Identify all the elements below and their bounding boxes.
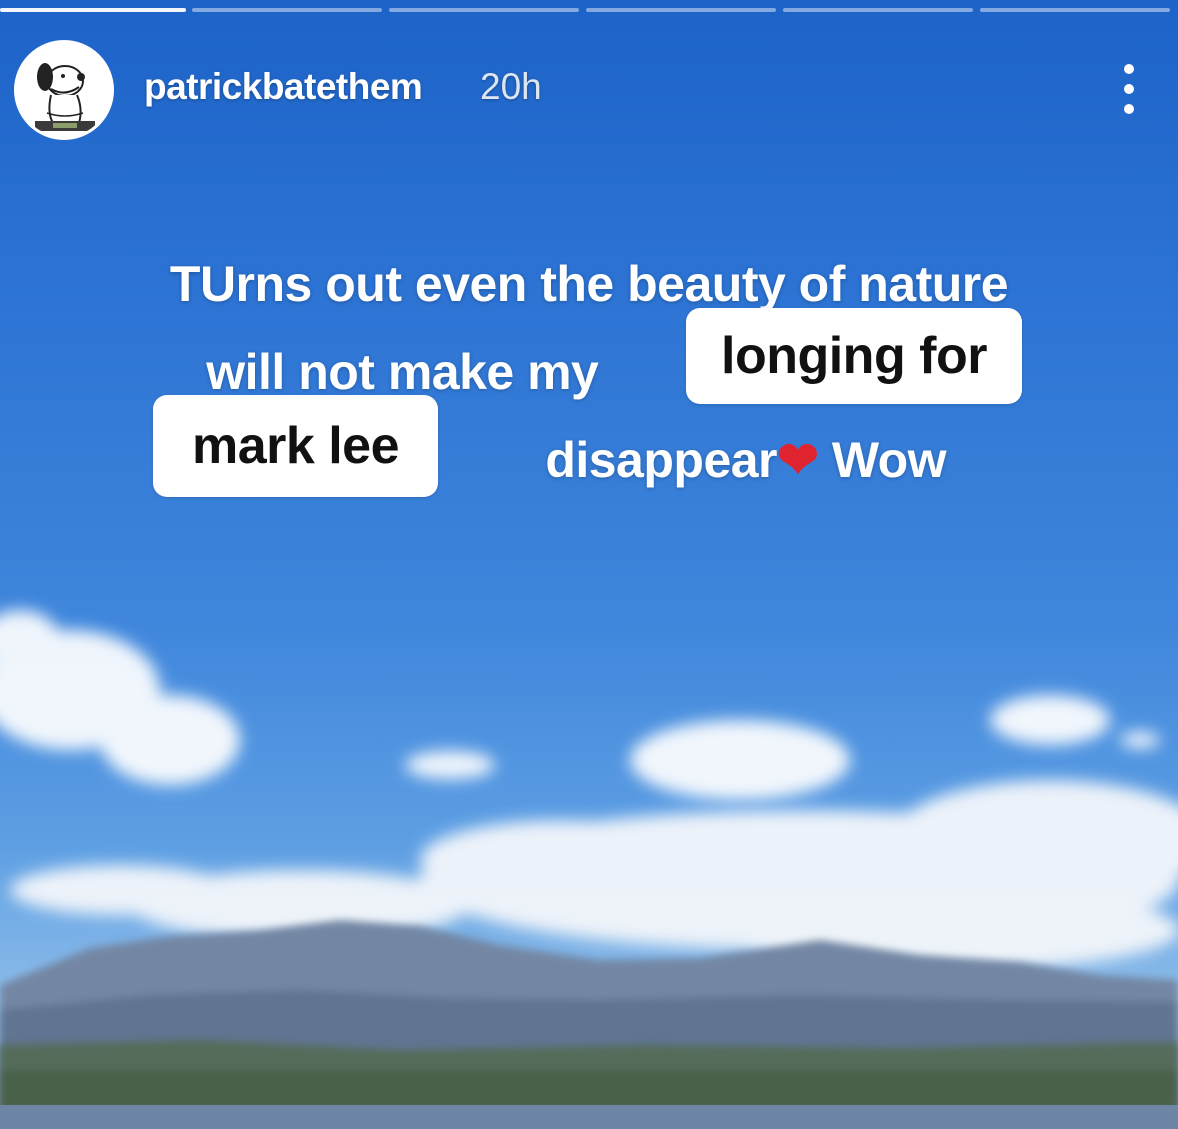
progress-segment (0, 8, 186, 12)
sticker-mark-text: mark lee (191, 417, 400, 475)
progress-segment (192, 8, 382, 12)
progress-segment (783, 8, 973, 12)
caption-line-2-prefix: will not make my (206, 344, 599, 400)
story-progress-bar (0, 8, 1178, 14)
caption-line-3-text: disappear (545, 432, 778, 488)
text-sticker-longing[interactable]: longing for (686, 308, 1022, 404)
story-background-image (0, 610, 1178, 1129)
progress-segment (586, 8, 776, 12)
story-view[interactable]: patrickbatethem 20h TUrns out even the b… (0, 0, 1178, 1129)
snoopy-avatar-icon[interactable] (14, 40, 114, 140)
progress-segment (980, 8, 1170, 12)
username-label[interactable]: patrickbatethem (144, 66, 423, 108)
caption-line-3-end: Wow (831, 432, 947, 488)
story-header: patrickbatethem 20h (14, 40, 1164, 140)
text-sticker-mark[interactable]: mark lee (153, 395, 438, 497)
time-ago-label: 20h (480, 66, 542, 107)
progress-segment (389, 8, 579, 12)
sticker-longing-text: longing for (721, 327, 987, 385)
more-vertical-icon[interactable] (1114, 58, 1144, 118)
heart-emoji-icon: ❤ (777, 432, 819, 488)
